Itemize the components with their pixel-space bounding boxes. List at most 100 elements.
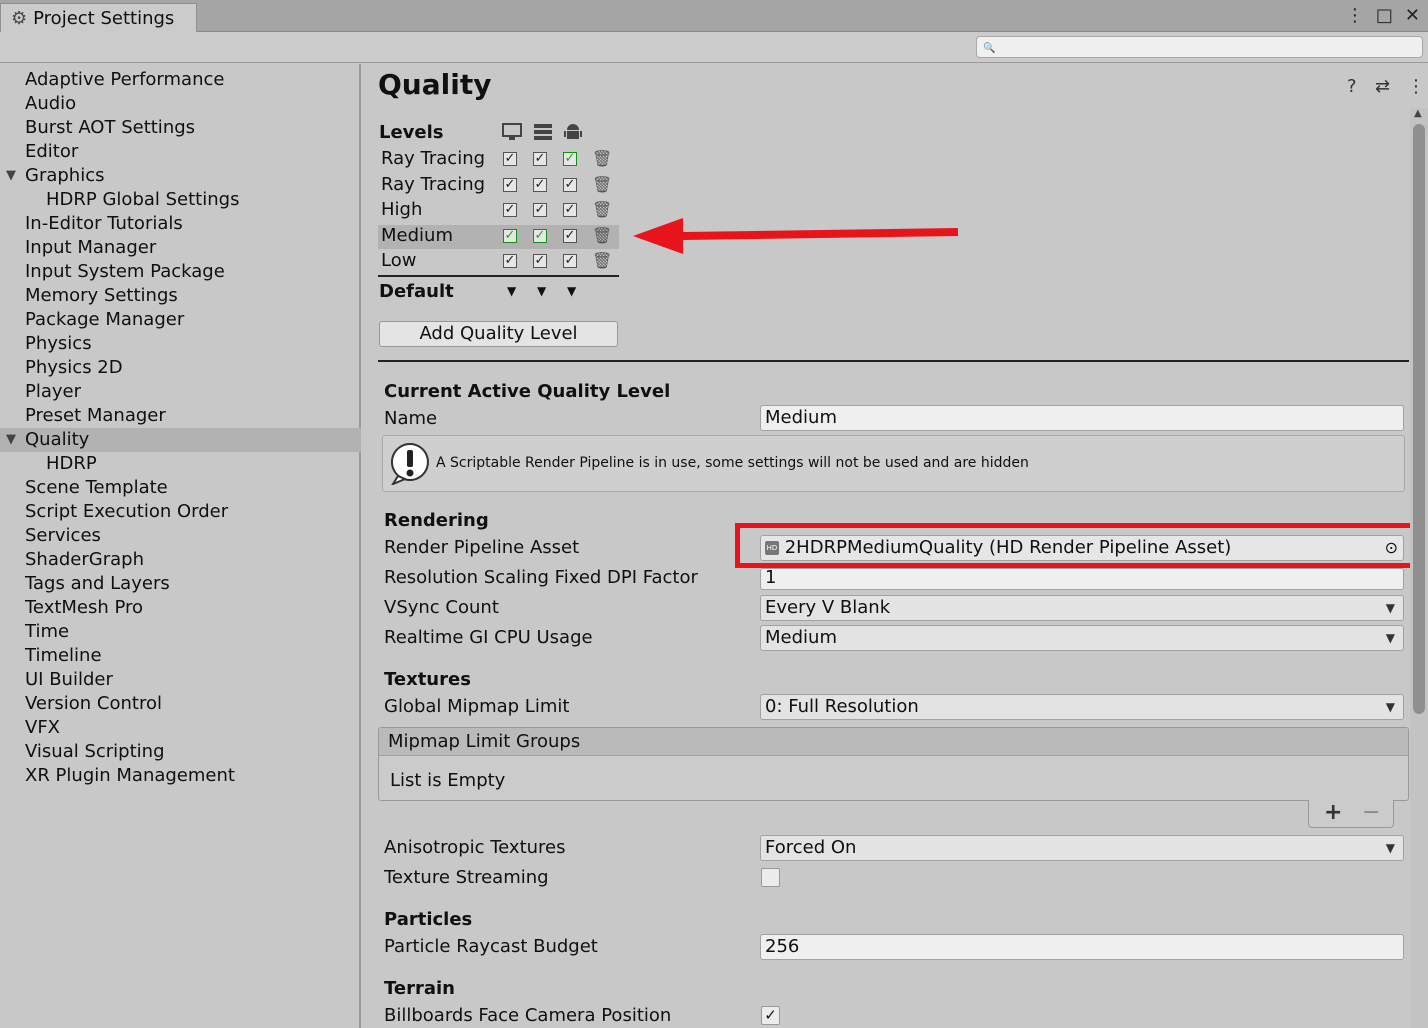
sidebar-item[interactable]: Input System Package (0, 260, 361, 284)
quality-level-name: Medium (381, 224, 453, 246)
sidebar-item-label: Adaptive Performance (25, 69, 225, 90)
textures-header: Textures (384, 669, 471, 690)
default-dropdown-server[interactable]: ▼ (537, 284, 546, 298)
trash-icon[interactable]: 🗑 (592, 200, 612, 219)
expand-triangle-icon[interactable]: ▼ (6, 164, 16, 188)
sidebar-item[interactable]: Visual Scripting (0, 740, 361, 764)
platform-checkbox[interactable]: ✓ (503, 152, 517, 166)
sidebar-item-label: Input System Package (25, 261, 225, 282)
platform-checkbox[interactable]: ✓ (563, 254, 577, 268)
sidebar-item-label: HDRP (46, 453, 97, 474)
sidebar-item[interactable]: Physics (0, 332, 361, 356)
trash-icon[interactable]: 🗑 (592, 175, 612, 194)
main-panel: Quality ? ⇄ ⋮ Levels Ray Tracing (✓ ✓ ✓ 🗑 Ra… (363, 64, 1428, 1028)
sidebar-item[interactable]: HDRP (0, 452, 361, 476)
platform-checkbox[interactable]: ✓ (533, 152, 547, 166)
quality-level-name: High (381, 199, 423, 220)
sidebar-item[interactable]: Editor (0, 140, 361, 164)
trash-icon[interactable]: 🗑 (592, 149, 612, 168)
sidebar-item[interactable]: Audio (0, 92, 361, 116)
sidebar-item[interactable]: Scene Template (0, 476, 361, 500)
expand-triangle-icon[interactable]: ▼ (6, 428, 16, 452)
scroll-up-icon[interactable]: ▲ (1414, 108, 1422, 119)
sidebar-item[interactable]: Physics 2D (0, 356, 361, 380)
default-dropdown-android[interactable]: ▼ (567, 284, 576, 298)
realtime-gi-dropdown[interactable]: Medium ▼ (760, 625, 1404, 651)
sidebar-item[interactable]: Tags and Layers (0, 572, 361, 596)
sidebar-item[interactable]: ▼ Graphics (0, 164, 361, 188)
maximize-icon[interactable]: □ (1376, 5, 1393, 26)
sidebar-item[interactable]: Burst AOT Settings (0, 116, 361, 140)
particle-raycast-field[interactable]: 256 (760, 934, 1404, 960)
platform-checkbox[interactable]: ✓ (563, 177, 577, 192)
sidebar-item[interactable]: Services (0, 524, 361, 548)
vsync-dropdown[interactable]: Every V Blank ▼ (760, 595, 1404, 621)
sidebar-item[interactable]: ▼ Quality (0, 428, 361, 452)
sidebar-item[interactable]: VFX (0, 716, 361, 740)
add-icon[interactable]: + (1324, 800, 1342, 825)
default-dropdown-standalone[interactable]: ▼ (507, 284, 516, 298)
more-options-icon[interactable]: ⋮ (1407, 76, 1425, 97)
presets-icon[interactable]: ⇄ (1375, 76, 1390, 97)
sidebar-item[interactable]: Script Execution Order (0, 500, 361, 524)
name-field[interactable]: Medium (760, 405, 1404, 431)
sidebar-item[interactable]: UI Builder (0, 668, 361, 692)
sidebar-item[interactable]: Time (0, 620, 361, 644)
billboards-label: Billboards Face Camera Position (384, 1005, 672, 1026)
platform-checkbox[interactable]: ✓ (533, 228, 547, 243)
more-options-icon[interactable]: ⋮ (1346, 5, 1364, 26)
sidebar: Adaptive Performance Audio Burst AOT Setti… (0, 64, 361, 1028)
add-quality-level-button[interactable]: Add Quality Level (379, 321, 618, 347)
sidebar-item[interactable]: Adaptive Performance (0, 68, 361, 92)
search-input[interactable]: 🔍 (976, 36, 1423, 58)
current-level-header: Current Active Quality Level (384, 381, 671, 402)
sidebar-item[interactable]: Memory Settings (0, 284, 361, 308)
platform-checkbox[interactable]: ✓ (563, 152, 577, 166)
platform-checkbox[interactable]: ✓ (533, 203, 547, 217)
sidebar-item[interactable]: In-Editor Tutorials (0, 212, 361, 236)
anisotropic-dropdown[interactable]: Forced On ▼ (760, 835, 1404, 861)
trash-icon[interactable]: 🗑 (592, 226, 612, 245)
platform-checkbox[interactable]: ✓ (503, 177, 517, 192)
close-icon[interactable]: ✕ (1405, 5, 1420, 26)
terrain-header: Terrain (384, 978, 455, 999)
sidebar-item[interactable]: HDRP Global Settings (0, 188, 361, 212)
trash-icon[interactable]: 🗑 (592, 251, 612, 270)
platform-checkbox[interactable]: ✓ (533, 254, 547, 268)
sidebar-item[interactable]: ShaderGraph (0, 548, 361, 572)
sidebar-item[interactable]: XR Plugin Management (0, 764, 361, 788)
sidebar-item[interactable]: Version Control (0, 692, 361, 716)
sidebar-item[interactable]: Package Manager (0, 308, 361, 332)
sidebar-item-label: Time (25, 621, 70, 642)
mipmap-limit-dropdown[interactable]: 0: Full Resolution ▼ (760, 694, 1404, 720)
vsync-label: VSync Count (384, 597, 499, 618)
sidebar-item[interactable]: Timeline (0, 644, 361, 668)
vertical-scrollbar[interactable]: ▲ (1410, 108, 1428, 1028)
sidebar-item[interactable]: Input Manager (0, 236, 361, 260)
billboards-checkbox[interactable]: ✓ (761, 1006, 780, 1025)
platform-checkbox[interactable]: ✓ (503, 203, 517, 217)
dpi-factor-field[interactable]: 1 (760, 568, 1404, 590)
platform-checkbox[interactable]: ✓ (533, 177, 547, 192)
sidebar-item-label: Player (25, 381, 82, 402)
scroll-thumb[interactable] (1413, 124, 1425, 714)
sidebar-item[interactable]: Player (0, 380, 361, 404)
particle-raycast-label: Particle Raycast Budget (384, 936, 598, 957)
toolbar: 🔍 (0, 32, 1428, 63)
remove-icon[interactable]: − (1362, 800, 1380, 825)
tab-project-settings[interactable]: ⚙ Project Settings (0, 3, 197, 32)
sidebar-item-label: HDRP Global Settings (46, 189, 240, 210)
sidebar-item[interactable]: TextMesh Pro (0, 596, 361, 620)
platform-checkbox[interactable]: ✓ (563, 228, 577, 243)
list-footer: + − (1308, 800, 1394, 828)
texture-streaming-checkbox[interactable] (761, 868, 780, 887)
platform-checkbox[interactable]: ✓ (503, 254, 517, 268)
platform-checkbox[interactable]: ✓ (563, 203, 577, 217)
name-label: Name (384, 408, 438, 429)
help-icon[interactable]: ? (1347, 76, 1357, 97)
sidebar-item-label: Package Manager (25, 309, 185, 330)
page-title: Quality (378, 68, 492, 101)
mipmap-limit-value: 0: Full Resolution (765, 696, 919, 717)
platform-checkbox[interactable]: ✓ (503, 228, 517, 243)
sidebar-item[interactable]: Preset Manager (0, 404, 361, 428)
